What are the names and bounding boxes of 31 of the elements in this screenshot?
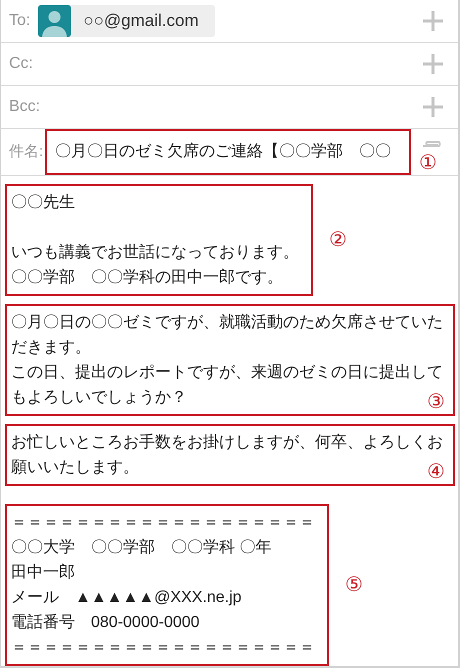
email-text: 電話番号 080-0000-0000 bbox=[11, 614, 200, 631]
annotation-number: ④ bbox=[427, 461, 445, 483]
person-icon bbox=[38, 5, 72, 37]
annotation-number: ① bbox=[419, 152, 438, 174]
annotation-number: ② bbox=[329, 230, 347, 250]
email-text: この日、提出のレポートですが、来週のゼミの日に提出して bbox=[11, 364, 443, 381]
subject-field[interactable]: 〇月〇日のゼミ欠席のご連絡【〇〇学部 〇〇 bbox=[45, 129, 412, 175]
add-icon[interactable] bbox=[422, 96, 444, 118]
field-label: Cc: bbox=[9, 54, 33, 74]
field-label: Bcc: bbox=[9, 97, 40, 117]
email-text: 〇〇先生 bbox=[11, 194, 75, 211]
email-text: お忙しいところお手数をお掛けしますが、何卒、よろしくお bbox=[11, 434, 443, 451]
add-icon[interactable] bbox=[422, 53, 444, 75]
email-text: 〇月〇日の〇〇ゼミですが、就職活動のため欠席させていた bbox=[11, 314, 443, 331]
add-icon[interactable] bbox=[422, 10, 444, 32]
email-text: 〇〇学部 〇〇学科の田中一郎です。 bbox=[11, 269, 283, 286]
email-text: メール ▲▲▲▲▲@XXX.ne.jp bbox=[11, 589, 242, 606]
recipient-address: ○○@gmail.com bbox=[83, 10, 199, 32]
email-text: もよろしいでしょうか？ bbox=[11, 389, 187, 406]
email-text: 田中一郎 bbox=[11, 564, 75, 581]
field-label: 件名: bbox=[9, 142, 44, 162]
email-text: ＝＝＝＝＝＝＝＝＝＝＝＝＝＝＝＝＝＝＝ bbox=[11, 639, 315, 656]
annotation-number: ③ bbox=[427, 391, 445, 413]
email-text: だきます。 bbox=[11, 339, 91, 356]
email-text: 〇〇大学 〇〇学部 〇〇学科 〇年 bbox=[11, 539, 272, 556]
annotation-number: ⑤ bbox=[345, 575, 363, 595]
recipient-chip[interactable]: ○○@gmail.com bbox=[38, 5, 215, 37]
email-text: 願いいたします。 bbox=[11, 459, 139, 476]
email-text: ＝＝＝＝＝＝＝＝＝＝＝＝＝＝＝＝＝＝＝ bbox=[11, 514, 315, 531]
email-text: いつも講義でお世話になっております。 bbox=[11, 244, 299, 261]
field-label: To: bbox=[9, 11, 30, 31]
